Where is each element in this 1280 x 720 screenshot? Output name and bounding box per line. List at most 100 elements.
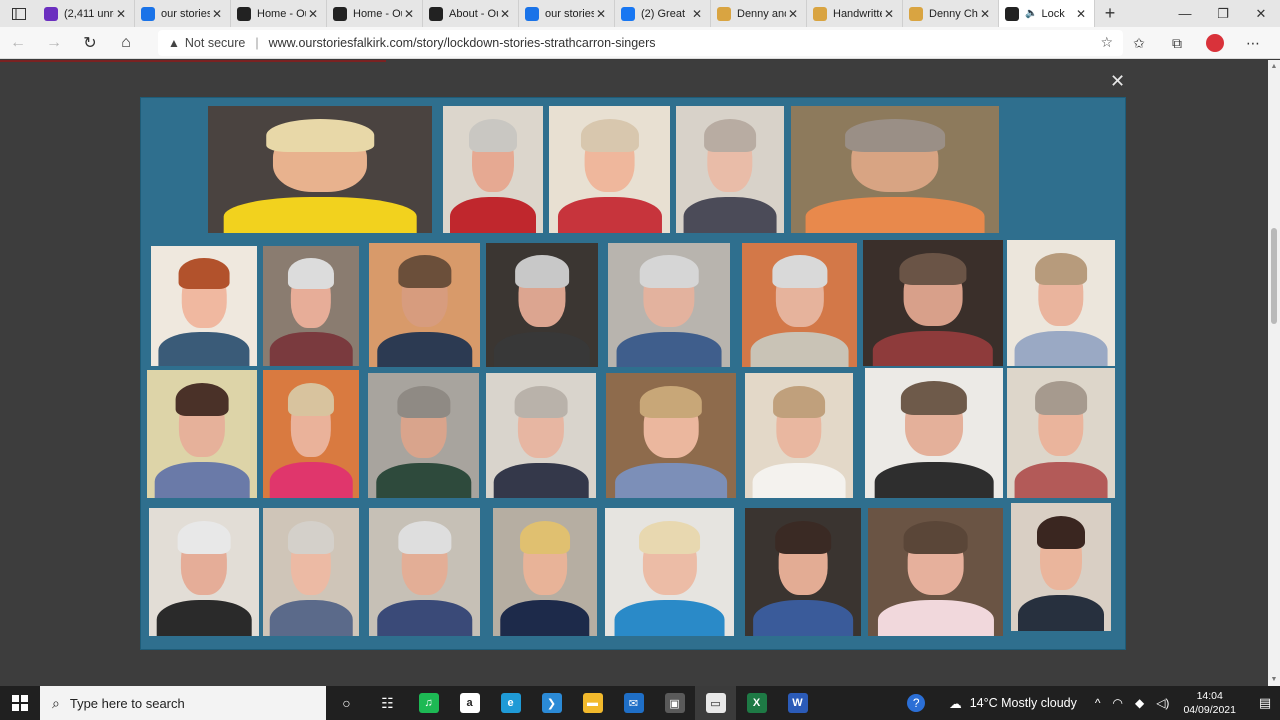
close-tab-icon[interactable]: ✕ [114,7,128,21]
collections-icon[interactable]: ⧉ [1158,35,1196,52]
tab-title: Denny Church [929,7,978,20]
toolbar-right: ✩ ⧉ ⋯ [1120,27,1272,59]
singer-shoulders [156,600,252,636]
dropbox-icon[interactable]: ◆ [1135,696,1144,710]
show-hidden-icons-icon[interactable]: ^ [1095,696,1101,710]
mail-taskbar-button[interactable]: ✉ [613,686,654,720]
singer-shoulders [752,463,846,498]
task-view-taskbar-button[interactable]: ○ [326,686,367,720]
amazon-icon: a [459,693,480,713]
profile-avatar[interactable] [1196,34,1234,53]
notepad-taskbar-button[interactable]: ▭ [695,686,736,720]
singer-video-tile [865,368,1003,498]
help-icon[interactable]: ? [907,694,926,712]
clock-time: 14:04 [1196,690,1223,702]
notifications-icon[interactable]: ▤ [1250,695,1280,711]
minimize-button[interactable]: — [1166,0,1204,27]
vscode-icon: ❯ [541,693,562,713]
browser-tab[interactable]: Home - Our✕ [327,0,423,27]
taskbar-search-input[interactable]: ⌕ Type here to search [40,686,326,720]
back-button[interactable]: ← [0,27,36,59]
singer-video-tile [1007,240,1115,366]
taskbar: ⌕ Type here to search ○ ☷ ♫ a e ❯ ▬ ✉ ▣ ▭ X W ? ☁ 1… [0,686,1280,720]
file-explorer-taskbar-button[interactable]: ▬ [572,686,613,720]
forward-arrow-icon: → [46,33,62,51]
singer-shoulders [269,332,353,366]
add-favorite-icon[interactable]: ☆ [1100,34,1113,51]
singer-shoulders [753,600,853,636]
vscode-taskbar-button[interactable]: ❯ [531,686,572,720]
forward-button[interactable]: → [36,27,72,59]
close-tab-icon[interactable]: ✕ [1074,7,1088,21]
store-taskbar-button[interactable]: ▣ [654,686,695,720]
tab-list: (2,411 unread)✕our stories✕Home - Our✕Ho… [38,0,1095,27]
page-scrollbar[interactable]: ▲ ▼ [1268,60,1280,686]
browser-tab[interactable]: our stories ✕ [135,0,231,27]
scroll-thumb[interactable] [1271,228,1277,324]
bing-icon [141,6,155,21]
volume-icon[interactable]: ◁) [1156,696,1169,710]
weather-widget[interactable]: ☁ 14°C Mostly cloudy [949,696,1077,711]
browser-tab[interactable]: Handwritten✕ [807,0,903,27]
maximize-button[interactable]: ❐ [1204,0,1242,27]
refresh-button[interactable]: ↻ [72,27,108,59]
singer-video-tile [443,106,543,233]
spotify-taskbar-button[interactable]: ♫ [408,686,449,720]
scroll-down-icon[interactable]: ▼ [1268,676,1280,683]
singer-hair [773,385,825,418]
edge-taskbar-button[interactable]: e [490,686,531,720]
singer-video-tile [606,373,736,498]
home-button[interactable]: ⌂ [108,27,144,59]
scroll-up-icon[interactable]: ▲ [1268,63,1280,70]
browser-tab[interactable]: About - Our✕ [423,0,519,27]
speaker-icon[interactable]: 🔈 [1025,8,1037,19]
browser-tab[interactable]: Denny and ✕ [711,0,807,27]
close-tab-icon[interactable]: ✕ [882,7,896,21]
singer-hair [638,520,701,555]
close-tab-icon[interactable]: ✕ [210,7,224,21]
singer-hair [639,385,703,418]
security-label[interactable]: Not secure [185,36,245,50]
singer-shoulders [872,330,994,366]
singer-video-tile [608,243,730,367]
close-tab-icon[interactable]: ✕ [498,7,512,21]
singer-shoulders [500,600,590,636]
singer-shoulders [877,600,994,636]
wifi-icon[interactable]: ◠ [1112,696,1122,710]
excel-taskbar-button[interactable]: X [736,686,777,720]
clock[interactable]: 14:04 04/09/2021 [1183,689,1236,717]
browser-tab[interactable]: our stories ✕ [519,0,615,27]
lightbox-close-button[interactable]: ✕ [1110,71,1125,92]
singer-hair [903,520,968,555]
browser-tab[interactable]: (2,411 unread)✕ [38,0,135,27]
tab-actions-button[interactable] [0,0,38,27]
search-placeholder: Type here to search [69,695,185,711]
word-taskbar-button[interactable]: W [777,686,818,720]
close-tab-icon[interactable]: ✕ [402,7,416,21]
more-options-icon[interactable]: ⋯ [1234,35,1272,52]
singer-hair [397,520,452,555]
browser-tab[interactable]: Home - Our✕ [231,0,327,27]
singer-shoulders [154,462,250,498]
amazon-taskbar-button[interactable]: a [449,686,490,720]
singer-hair [177,520,231,555]
singer-video-tile [486,373,596,498]
close-tab-icon[interactable]: ✕ [306,7,320,21]
singer-video-tile [863,240,1003,366]
new-tab-button[interactable]: + [1095,0,1125,27]
browser-tab[interactable]: (2) Great ✕ [615,0,711,27]
close-tab-icon[interactable]: ✕ [690,7,704,21]
url-input[interactable]: ▲ Not secure | www.ourstoriesfalkirk.com… [158,30,1123,56]
close-window-button[interactable]: ✕ [1242,0,1280,27]
browser-tab[interactable]: 🔈 Lock ✕ [999,0,1095,27]
browser-tab[interactable]: Denny Church✕ [903,0,999,27]
singer-video-tile [263,246,359,366]
close-tab-icon[interactable]: ✕ [978,7,992,21]
widgets-taskbar-button[interactable]: ☷ [367,686,408,720]
favorites-icon[interactable]: ✩ [1120,35,1158,52]
start-button[interactable] [0,686,40,720]
spotify-icon: ♫ [418,693,439,713]
widgets-icon: ☷ [381,694,394,711]
close-tab-icon[interactable]: ✕ [594,7,608,21]
close-tab-icon[interactable]: ✕ [786,7,800,21]
